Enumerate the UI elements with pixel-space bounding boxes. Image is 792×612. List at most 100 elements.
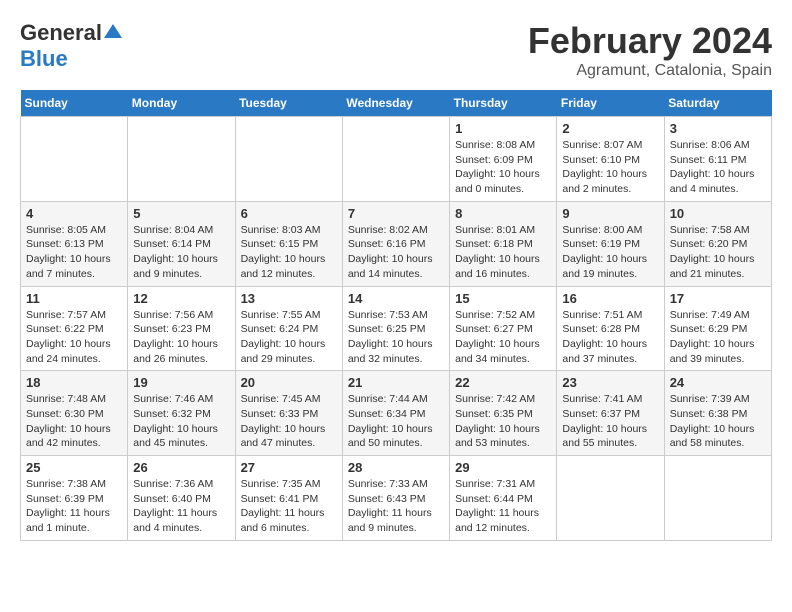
calendar-cell: 28 Sunrise: 7:33 AM Sunset: 6:43 PM Dayli… <box>342 456 449 541</box>
calendar-cell: 17 Sunrise: 7:49 AM Sunset: 6:29 PM Dayli… <box>664 286 771 371</box>
page-header: General Blue February 2024 Agramunt, Cat… <box>20 20 772 80</box>
calendar-cell: 19 Sunrise: 7:46 AM Sunset: 6:32 PM Dayli… <box>128 371 235 456</box>
day-info: Sunrise: 7:51 AM Sunset: 6:28 PM Dayligh… <box>562 308 658 367</box>
day-number: 3 <box>670 121 766 136</box>
location-title: Agramunt, Catalonia, Spain <box>528 62 772 80</box>
calendar-cell: 9Sunrise: 8:00 AM Sunset: 6:19 PM Daylig… <box>557 201 664 286</box>
calendar-cell: 20Sunrise: 7:45 AM Sunset: 6:33 PM Dayli… <box>235 371 342 456</box>
day-number: 21 <box>348 375 444 390</box>
calendar-cell: 29Sunrise: 7:31 AM Sunset: 6:44 PM Dayli… <box>450 456 557 541</box>
calendar-cell <box>664 456 771 541</box>
day-info: Sunrise: 7:33 AM Sunset: 6:43 PM Dayligh… <box>348 477 444 536</box>
calendar-cell: 10 Sunrise: 7:58 AM Sunset: 6:20 PM Dayli… <box>664 201 771 286</box>
calendar-cell <box>557 456 664 541</box>
day-info: Sunrise: 7:35 AM Sunset: 6:41 PM Dayligh… <box>241 477 337 536</box>
calendar-cell: 7 Sunrise: 8:02 AM Sunset: 6:16 PM Daylig… <box>342 201 449 286</box>
day-info: Sunrise: 8:01 AM Sunset: 6:18 PM Dayligh… <box>455 223 551 282</box>
calendar-cell: 23Sunrise: 7:41 AM Sunset: 6:37 PM Dayli… <box>557 371 664 456</box>
day-info: Sunrise: 8:00 AM Sunset: 6:19 PM Dayligh… <box>562 223 658 282</box>
day-number: 24 <box>670 375 766 390</box>
calendar-cell: 3 Sunrise: 8:06 AM Sunset: 6:11 PM Daylig… <box>664 117 771 202</box>
calendar-cell: 2 Sunrise: 8:07 AM Sunset: 6:10 PM Daylig… <box>557 117 664 202</box>
day-number: 26 <box>133 460 229 475</box>
day-info: Sunrise: 7:38 AM Sunset: 6:39 PM Dayligh… <box>26 477 122 536</box>
day-info: Sunrise: 7:46 AM Sunset: 6:32 PM Dayligh… <box>133 392 229 451</box>
day-info: Sunrise: 7:57 AM Sunset: 6:22 PM Dayligh… <box>26 308 122 367</box>
calendar-cell <box>128 117 235 202</box>
calendar-cell: 14 Sunrise: 7:53 AM Sunset: 6:25 PM Dayli… <box>342 286 449 371</box>
day-info: Sunrise: 7:31 AM Sunset: 6:44 PM Dayligh… <box>455 477 551 536</box>
day-info: Sunrise: 7:36 AM Sunset: 6:40 PM Dayligh… <box>133 477 229 536</box>
day-number: 8 <box>455 206 551 221</box>
day-number: 16 <box>562 291 658 306</box>
day-info: Sunrise: 8:04 AM Sunset: 6:14 PM Dayligh… <box>133 223 229 282</box>
weekday-header-wednesday: Wednesday <box>342 90 449 117</box>
day-info: Sunrise: 7:45 AM Sunset: 6:33 PM Dayligh… <box>241 392 337 451</box>
day-info: Sunrise: 7:52 AM Sunset: 6:27 PM Dayligh… <box>455 308 551 367</box>
calendar-cell: 15 Sunrise: 7:52 AM Sunset: 6:27 PM Dayli… <box>450 286 557 371</box>
day-info: Sunrise: 8:06 AM Sunset: 6:11 PM Dayligh… <box>670 138 766 197</box>
day-info: Sunrise: 7:58 AM Sunset: 6:20 PM Dayligh… <box>670 223 766 282</box>
day-info: Sunrise: 8:03 AM Sunset: 6:15 PM Dayligh… <box>241 223 337 282</box>
day-info: Sunrise: 7:48 AM Sunset: 6:30 PM Dayligh… <box>26 392 122 451</box>
day-number: 18 <box>26 375 122 390</box>
calendar-cell: 26 Sunrise: 7:36 AM Sunset: 6:40 PM Dayli… <box>128 456 235 541</box>
calendar-cell: 8 Sunrise: 8:01 AM Sunset: 6:18 PM Daylig… <box>450 201 557 286</box>
day-info: Sunrise: 7:56 AM Sunset: 6:23 PM Dayligh… <box>133 308 229 367</box>
month-title: February 2024 <box>528 20 772 62</box>
day-number: 2 <box>562 121 658 136</box>
day-number: 7 <box>348 206 444 221</box>
day-info: Sunrise: 8:07 AM Sunset: 6:10 PM Dayligh… <box>562 138 658 197</box>
day-number: 1 <box>455 121 551 136</box>
day-info: Sunrise: 7:42 AM Sunset: 6:35 PM Dayligh… <box>455 392 551 451</box>
calendar-week-row: 11Sunrise: 7:57 AM Sunset: 6:22 PM Dayli… <box>21 286 772 371</box>
calendar-cell: 4Sunrise: 8:05 AM Sunset: 6:13 PM Daylig… <box>21 201 128 286</box>
calendar-week-row: 18 Sunrise: 7:48 AM Sunset: 6:30 PM Dayli… <box>21 371 772 456</box>
calendar-cell: 24 Sunrise: 7:39 AM Sunset: 6:38 PM Dayli… <box>664 371 771 456</box>
day-info: Sunrise: 8:02 AM Sunset: 6:16 PM Dayligh… <box>348 223 444 282</box>
day-info: Sunrise: 7:55 AM Sunset: 6:24 PM Dayligh… <box>241 308 337 367</box>
weekday-header-row: SundayMondayTuesdayWednesdayThursdayFrid… <box>21 90 772 117</box>
calendar-week-row: 4Sunrise: 8:05 AM Sunset: 6:13 PM Daylig… <box>21 201 772 286</box>
calendar-cell <box>235 117 342 202</box>
day-info: Sunrise: 7:49 AM Sunset: 6:29 PM Dayligh… <box>670 308 766 367</box>
calendar-week-row: 25 Sunrise: 7:38 AM Sunset: 6:39 PM Dayli… <box>21 456 772 541</box>
calendar-cell: 12 Sunrise: 7:56 AM Sunset: 6:23 PM Dayli… <box>128 286 235 371</box>
calendar-cell: 13 Sunrise: 7:55 AM Sunset: 6:24 PM Dayli… <box>235 286 342 371</box>
calendar-cell: 5 Sunrise: 8:04 AM Sunset: 6:14 PM Daylig… <box>128 201 235 286</box>
day-info: Sunrise: 7:53 AM Sunset: 6:25 PM Dayligh… <box>348 308 444 367</box>
calendar-cell: 18 Sunrise: 7:48 AM Sunset: 6:30 PM Dayli… <box>21 371 128 456</box>
weekday-header-saturday: Saturday <box>664 90 771 117</box>
calendar-table: SundayMondayTuesdayWednesdayThursdayFrid… <box>20 90 772 541</box>
calendar-cell: 1Sunrise: 8:08 AM Sunset: 6:09 PM Daylig… <box>450 117 557 202</box>
day-number: 22 <box>455 375 551 390</box>
calendar-cell: 6Sunrise: 8:03 AM Sunset: 6:15 PM Daylig… <box>235 201 342 286</box>
day-info: Sunrise: 7:41 AM Sunset: 6:37 PM Dayligh… <box>562 392 658 451</box>
calendar-cell: 27 Sunrise: 7:35 AM Sunset: 6:41 PM Dayli… <box>235 456 342 541</box>
day-number: 14 <box>348 291 444 306</box>
day-number: 19 <box>133 375 229 390</box>
weekday-header-friday: Friday <box>557 90 664 117</box>
day-number: 5 <box>133 206 229 221</box>
day-number: 13 <box>241 291 337 306</box>
day-number: 27 <box>241 460 337 475</box>
calendar-cell: 22 Sunrise: 7:42 AM Sunset: 6:35 PM Dayli… <box>450 371 557 456</box>
day-number: 28 <box>348 460 444 475</box>
day-number: 12 <box>133 291 229 306</box>
day-info: Sunrise: 8:05 AM Sunset: 6:13 PM Dayligh… <box>26 223 122 282</box>
title-section: February 2024 Agramunt, Catalonia, Spain <box>528 20 772 80</box>
weekday-header-monday: Monday <box>128 90 235 117</box>
weekday-header-tuesday: Tuesday <box>235 90 342 117</box>
day-number: 15 <box>455 291 551 306</box>
weekday-header-sunday: Sunday <box>21 90 128 117</box>
calendar-cell: 16 Sunrise: 7:51 AM Sunset: 6:28 PM Dayli… <box>557 286 664 371</box>
day-number: 25 <box>26 460 122 475</box>
day-info: Sunrise: 7:39 AM Sunset: 6:38 PM Dayligh… <box>670 392 766 451</box>
day-info: Sunrise: 7:44 AM Sunset: 6:34 PM Dayligh… <box>348 392 444 451</box>
day-number: 10 <box>670 206 766 221</box>
day-number: 17 <box>670 291 766 306</box>
calendar-cell: 25 Sunrise: 7:38 AM Sunset: 6:39 PM Dayli… <box>21 456 128 541</box>
logo: General Blue <box>20 20 122 72</box>
logo-blue-text: Blue <box>20 46 68 72</box>
logo-general-text: General <box>20 20 102 46</box>
